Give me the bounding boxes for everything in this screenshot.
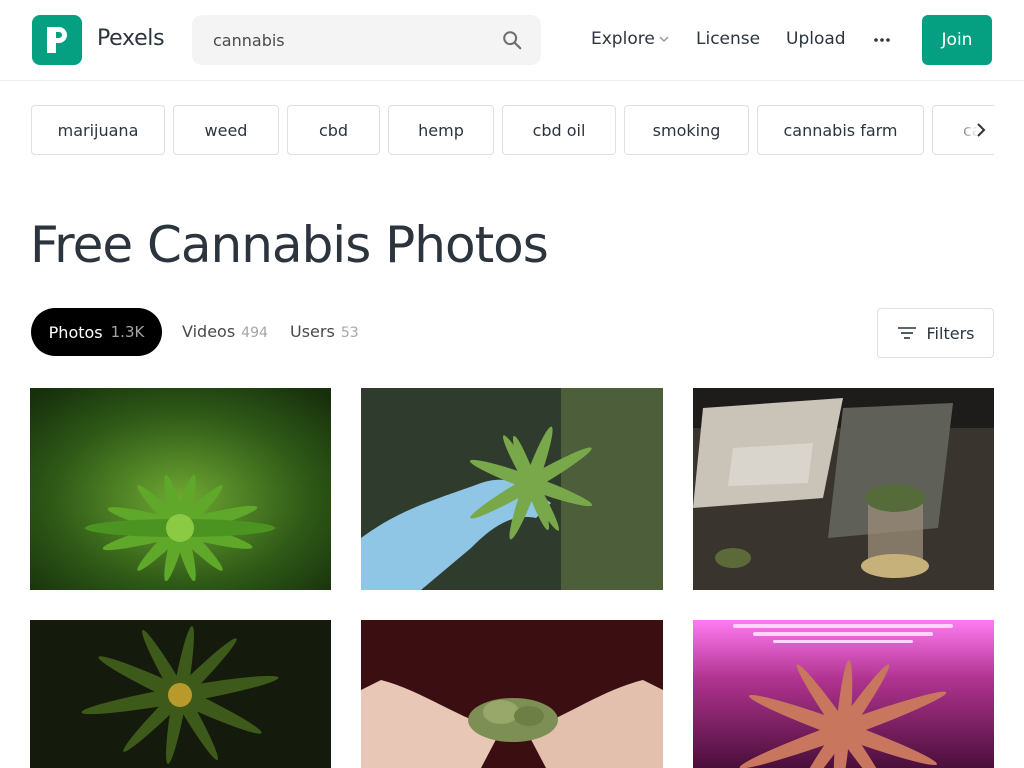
hands-holding-buds-photo [361,620,663,768]
page-title: Free Cannabis Photos [30,216,549,274]
photo-card[interactable] [30,620,331,768]
tag-chip[interactable]: smoking [624,105,749,155]
tab-users-label: Users [290,322,335,341]
tag-chip[interactable]: cannabis farm [757,105,924,155]
nav-explore[interactable]: Explore [591,29,655,49]
tab-photos-count: 1.3K [110,323,145,341]
gloved-hand-leaf-photo [361,388,663,590]
search-input[interactable]: cannabis [192,15,541,65]
join-button[interactable]: Join [922,15,992,65]
tag-chip[interactable]: weed [173,105,279,155]
search-icon[interactable] [501,29,523,51]
filters-button[interactable]: Filters [877,308,994,358]
tab-photos-label: Photos [48,322,103,342]
photo-card[interactable] [693,388,994,590]
tab-users[interactable]: Users 53 [290,322,359,341]
site-header: Pexels cannabis Explore License Upload J… [0,0,1024,81]
nav-license[interactable]: License [696,29,760,49]
filter-icon [897,327,916,339]
tab-photos[interactable]: Photos 1.3K [31,308,162,356]
tab-videos[interactable]: Videos 494 [182,322,268,341]
more-icon[interactable] [872,34,892,46]
filters-label: Filters [926,323,975,343]
pexels-logo-icon[interactable] [32,15,82,65]
tag-chip[interactable]: marijuana [31,105,165,155]
photo-card[interactable] [30,388,331,590]
tag-chip[interactable]: cbd [287,105,380,155]
photo-card[interactable] [361,620,663,768]
tab-videos-count: 494 [241,325,268,341]
related-tags: marijuana weed cbd hemp cbd oil smoking … [31,105,994,155]
chevron-right-icon[interactable] [972,121,990,139]
photo-card[interactable] [361,388,663,590]
photo-card[interactable] [693,620,994,768]
brand-name[interactable]: Pexels [97,26,165,51]
cannabis-leaf-photo [30,388,331,590]
tab-videos-label: Videos [182,322,236,341]
cannabis-jar-photo [693,388,994,590]
chevron-down-icon[interactable] [658,33,670,45]
tab-users-count: 53 [340,325,359,341]
grow-light-plant-photo [693,620,994,768]
cannabis-plant-dark-photo [30,620,331,768]
tag-chip[interactable]: hemp [388,105,494,155]
tag-chip[interactable]: cbd oil [502,105,616,155]
search-query-text[interactable]: cannabis [213,31,285,50]
nav-upload[interactable]: Upload [786,29,846,49]
